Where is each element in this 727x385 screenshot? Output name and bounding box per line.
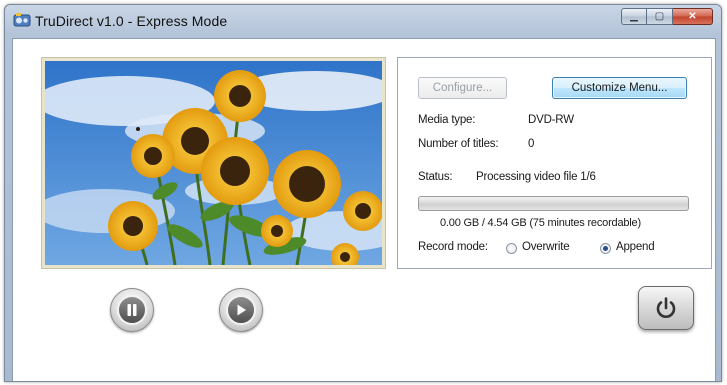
progress-bar: [418, 196, 689, 211]
overwrite-radio[interactable]: [506, 243, 517, 254]
configure-button[interactable]: Configure...: [418, 77, 507, 99]
status-label: Status:: [418, 171, 453, 183]
titles-label: Number of titles:: [418, 138, 499, 150]
media-type-value: DVD-RW: [528, 114, 574, 126]
pause-icon: [127, 304, 137, 316]
append-radio[interactable]: [600, 243, 611, 254]
play-button[interactable]: [219, 288, 263, 332]
overwrite-label[interactable]: Overwrite: [522, 241, 570, 253]
capacity-text: 0.00 GB / 4.54 GB (75 minutes recordable…: [440, 217, 641, 229]
power-button[interactable]: [638, 286, 694, 330]
append-radio-dot: [603, 246, 608, 251]
record-mode-label: Record mode:: [418, 241, 488, 253]
video-preview: [41, 57, 386, 269]
caption-buttons: ▁ ▢ ✕: [621, 8, 713, 25]
status-value: Processing video file 1/6: [476, 171, 596, 183]
window-title: TruDirect v1.0 - Express Mode: [35, 13, 228, 29]
title-bar[interactable]: TruDirect v1.0 - Express Mode ▁ ▢ ✕: [5, 5, 721, 37]
minimize-icon: ▁: [630, 11, 638, 22]
maximize-icon: ▢: [654, 11, 665, 22]
play-icon: [237, 304, 246, 316]
pause-button[interactable]: [110, 288, 154, 332]
minimize-button[interactable]: ▁: [621, 8, 647, 25]
customize-menu-button[interactable]: Customize Menu...: [552, 77, 687, 99]
close-button[interactable]: ✕: [673, 8, 713, 25]
power-icon: [656, 297, 676, 318]
append-label[interactable]: Append: [616, 241, 655, 253]
client-area: Configure... Customize Menu... Media typ…: [12, 38, 716, 381]
close-icon: ✕: [688, 11, 697, 22]
preview-image: [45, 61, 382, 265]
app-window: TruDirect v1.0 - Express Mode ▁ ▢ ✕ Conf…: [4, 4, 722, 382]
maximize-button[interactable]: ▢: [647, 8, 673, 25]
info-panel: Configure... Customize Menu... Media typ…: [397, 57, 712, 269]
titles-value: 0: [528, 138, 535, 150]
app-icon: [13, 13, 31, 27]
media-type-label: Media type:: [418, 114, 476, 126]
